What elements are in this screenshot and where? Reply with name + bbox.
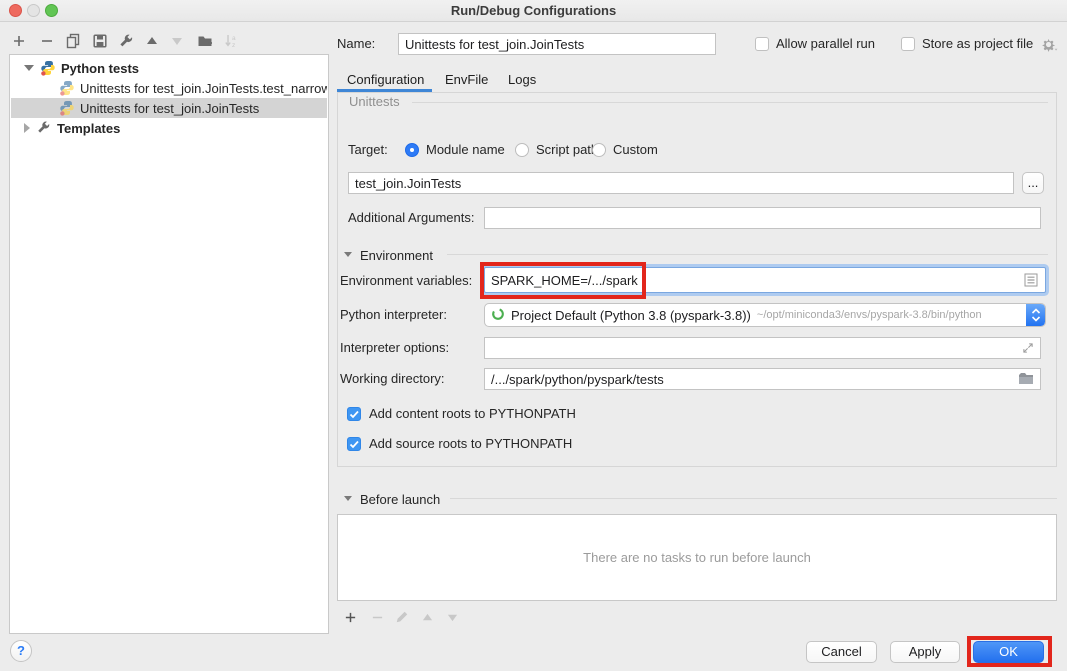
tree-item-label: Unittests for test_join.JoinTests [80,101,259,116]
store-as-project-file-label: Store as project file [922,33,1033,55]
move-task-up-icon [418,608,436,626]
remove-configuration-icon[interactable] [38,32,56,50]
new-folder-icon[interactable] [196,32,214,50]
save-configuration-icon[interactable] [91,32,109,50]
add-task-icon[interactable] [341,608,359,626]
allow-parallel-run-checkbox[interactable] [755,37,769,51]
collapse-arrow-icon[interactable] [24,65,34,71]
interpreter-options-label: Interpreter options: [340,337,449,359]
before-launch-collapse-icon[interactable] [344,496,352,501]
target-custom-label[interactable]: Custom [613,139,658,161]
environment-section-divider [447,254,1048,255]
close-window-button[interactable] [9,4,22,17]
templates-wrench-icon [36,120,52,136]
target-script-path-radio[interactable] [515,143,529,157]
tree-item-label: Python tests [61,61,139,76]
configurations-tree-panel: Python tests Unittests for test_join.Joi… [9,54,329,634]
tree-item-templates[interactable]: Templates [11,118,327,138]
env-vars-browse-list-icon[interactable] [1024,273,1038,290]
sort-configurations-icon: az [222,32,240,50]
conda-environment-icon [491,307,505,324]
edit-templates-wrench-icon[interactable] [117,32,135,50]
add-source-roots-label[interactable]: Add source roots to PYTHONPATH [369,433,572,455]
additional-arguments-label: Additional Arguments: [348,207,474,229]
before-launch-section-divider [450,498,1057,499]
environment-collapse-icon[interactable] [344,252,352,257]
working-directory-input[interactable] [484,368,1041,390]
svg-text:a: a [232,35,236,42]
allow-parallel-run-label: Allow parallel run [776,33,875,55]
module-name-input[interactable] [348,172,1014,194]
python-interpreter-label: Python interpreter: [340,304,447,326]
add-content-roots-label[interactable]: Add content roots to PYTHONPATH [369,403,576,425]
tab-envfile[interactable]: EnvFile [445,69,488,90]
browse-module-button[interactable]: ... [1022,172,1044,194]
edit-task-pencil-icon [393,608,411,626]
unittests-section-divider [412,102,1048,103]
name-input[interactable] [398,33,716,55]
minimize-window-button [27,4,40,17]
expand-field-icon[interactable] [1022,342,1034,357]
name-label: Name: [337,33,375,55]
before-launch-task-list: There are no tasks to run before launch [337,514,1057,601]
window-title: Run/Debug Configurations [0,0,1067,21]
tree-item-label: Unittests for test_join.JoinTests.test_n… [80,81,327,96]
target-module-name-radio[interactable] [405,143,419,157]
python-test-config-icon [59,100,75,116]
tab-logs[interactable]: Logs [508,69,536,90]
title-bar: Run/Debug Configurations [0,0,1067,22]
add-source-roots-checkbox[interactable] [347,437,361,451]
tab-configuration[interactable]: Configuration [347,69,424,90]
move-down-icon [168,32,186,50]
environment-variables-input[interactable] [484,267,1046,293]
tree-item-python-tests[interactable]: Python tests [11,58,327,78]
working-directory-label: Working directory: [340,368,445,390]
environment-section-label[interactable]: Environment [360,245,433,267]
run-debug-configurations-dialog: Run/Debug Configurations az Python tests… [0,0,1067,671]
store-options-gear-icon[interactable] [1041,37,1058,55]
target-label: Target: [348,139,388,161]
move-task-down-icon [443,608,461,626]
active-tab-indicator [337,89,432,92]
target-script-path-label[interactable]: Script path [536,139,598,161]
help-button[interactable]: ? [10,640,32,662]
interpreter-value: Project Default (Python 3.8 (pyspark-3.8… [511,308,751,323]
python-test-config-icon [59,80,75,96]
python-interpreter-select[interactable]: Project Default (Python 3.8 (pyspark-3.8… [484,303,1046,327]
interpreter-options-input[interactable] [484,337,1041,359]
tree-item-unittests-narrow[interactable]: Unittests for test_join.JoinTests.test_n… [11,78,327,98]
tree-item-label: Templates [57,121,120,136]
target-module-name-label[interactable]: Module name [426,139,505,161]
additional-arguments-input[interactable] [484,207,1041,229]
environment-variables-label: Environment variables: [340,270,472,292]
add-content-roots-checkbox[interactable] [347,407,361,421]
apply-button[interactable]: Apply [890,641,960,663]
tree-item-unittests-jointests-selected[interactable]: Unittests for test_join.JoinTests [11,98,327,118]
zoom-window-button[interactable] [45,4,58,17]
cancel-button[interactable]: Cancel [806,641,877,663]
expand-arrow-icon[interactable] [24,123,30,133]
ok-button[interactable]: OK [973,641,1044,663]
browse-folder-icon[interactable] [1018,372,1034,389]
remove-task-icon [368,608,386,626]
unittests-section-label: Unittests [349,94,400,110]
move-up-icon[interactable] [143,32,161,50]
before-launch-empty-text: There are no tasks to run before launch [583,550,811,565]
python-tests-icon [40,60,56,76]
add-configuration-icon[interactable] [10,32,28,50]
svg-text:z: z [232,42,235,49]
store-as-project-file-checkbox[interactable] [901,37,915,51]
before-launch-section-label[interactable]: Before launch [360,489,440,511]
copy-configuration-icon[interactable] [64,32,82,50]
target-custom-radio[interactable] [592,143,606,157]
interpreter-dropdown-stepper-icon[interactable] [1026,304,1045,326]
interpreter-path: ~/opt/miniconda3/envs/pyspark-3.8/bin/py… [757,309,982,321]
